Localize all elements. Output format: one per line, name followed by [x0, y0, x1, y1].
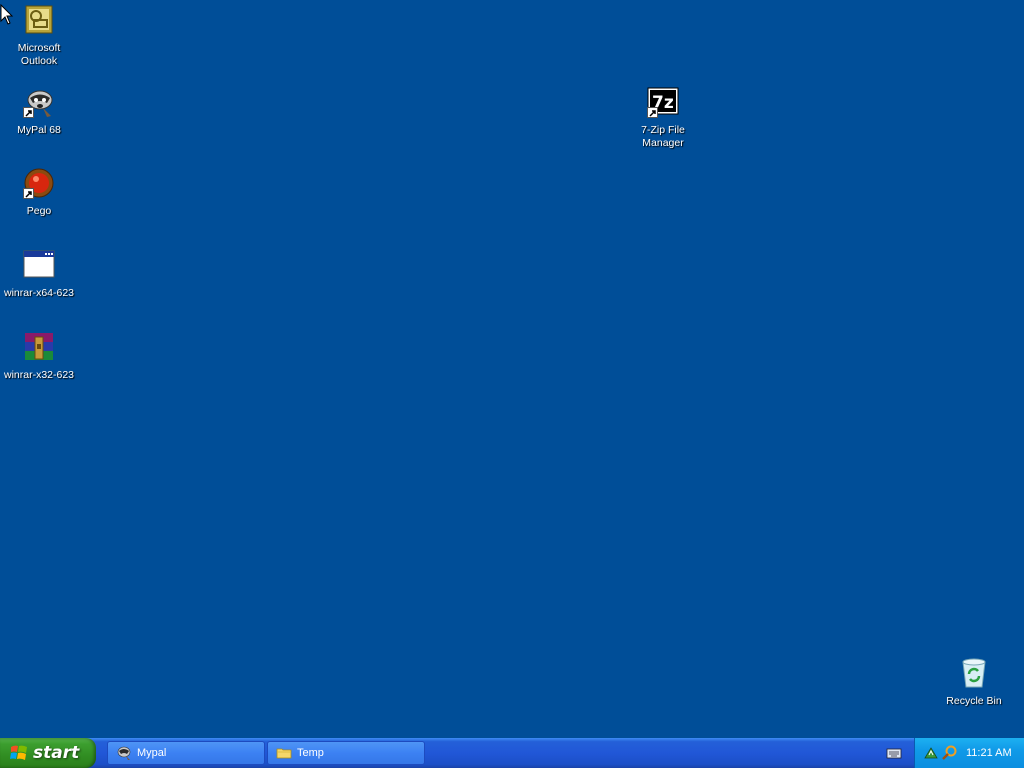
shortcut-arrow-icon — [23, 107, 34, 118]
taskbar-button-mypal[interactable]: Mypal — [107, 741, 265, 765]
desktop: Microsoft Outlook MyPal 68 Pego winrar-x… — [0, 0, 1024, 738]
mypal-icon — [116, 745, 132, 761]
desktop-icon-label: MyPal 68 — [17, 124, 61, 136]
clock[interactable]: 11:21 AM — [966, 747, 1012, 759]
desktop-icon-label: 7-Zip File Manager — [641, 124, 685, 149]
taskbar-button-label: Mypal — [137, 747, 167, 759]
start-button[interactable]: start — [0, 738, 96, 768]
start-label: start — [33, 743, 80, 763]
desktop-icon-outlook[interactable]: Microsoft Outlook — [0, 4, 78, 68]
folder-icon — [276, 745, 292, 761]
desktop-icon-label: winrar-x64-623 — [3, 287, 75, 299]
desktop-icon-7zip[interactable]: 7z 7-Zip File Manager — [624, 86, 702, 150]
desktop-icon-label: winrar-x32-623 — [3, 369, 75, 381]
desktop-icon-pego[interactable]: Pego — [0, 167, 78, 218]
system-tray: 11:21 AM — [914, 738, 1024, 768]
desktop-icon-winrar-x64[interactable]: winrar-x64-623 — [0, 249, 78, 300]
desktop-icon-label: Microsoft Outlook — [17, 42, 61, 67]
desktop-icon-mypal[interactable]: MyPal 68 — [0, 86, 78, 137]
mypal-icon — [23, 86, 55, 118]
network-icon[interactable] — [923, 745, 939, 761]
outlook-icon — [23, 4, 55, 36]
recycle-bin-icon — [958, 657, 990, 689]
shortcut-arrow-icon — [23, 188, 34, 199]
7zip-icon: 7z — [647, 86, 679, 118]
search-icon[interactable] — [942, 745, 958, 761]
desktop-icon-recycle-bin[interactable]: Recycle Bin — [935, 657, 1013, 708]
winrar-icon — [23, 331, 55, 363]
taskbar-button-temp[interactable]: Temp — [267, 741, 425, 765]
desktop-icon-winrar-x32[interactable]: winrar-x32-623 — [0, 331, 78, 382]
pego-icon — [23, 167, 55, 199]
keyboard-icon[interactable] — [886, 746, 902, 760]
shortcut-arrow-icon — [647, 107, 658, 118]
taskbar-button-label: Temp — [297, 747, 324, 759]
desktop-icon-label: Recycle Bin — [946, 695, 1002, 707]
desktop-icon-label: Pego — [26, 205, 52, 217]
taskbar: start Mypal Temp 11:21 AM — [0, 738, 1024, 768]
installer-window-icon — [23, 249, 55, 281]
windows-logo-icon — [10, 745, 27, 760]
